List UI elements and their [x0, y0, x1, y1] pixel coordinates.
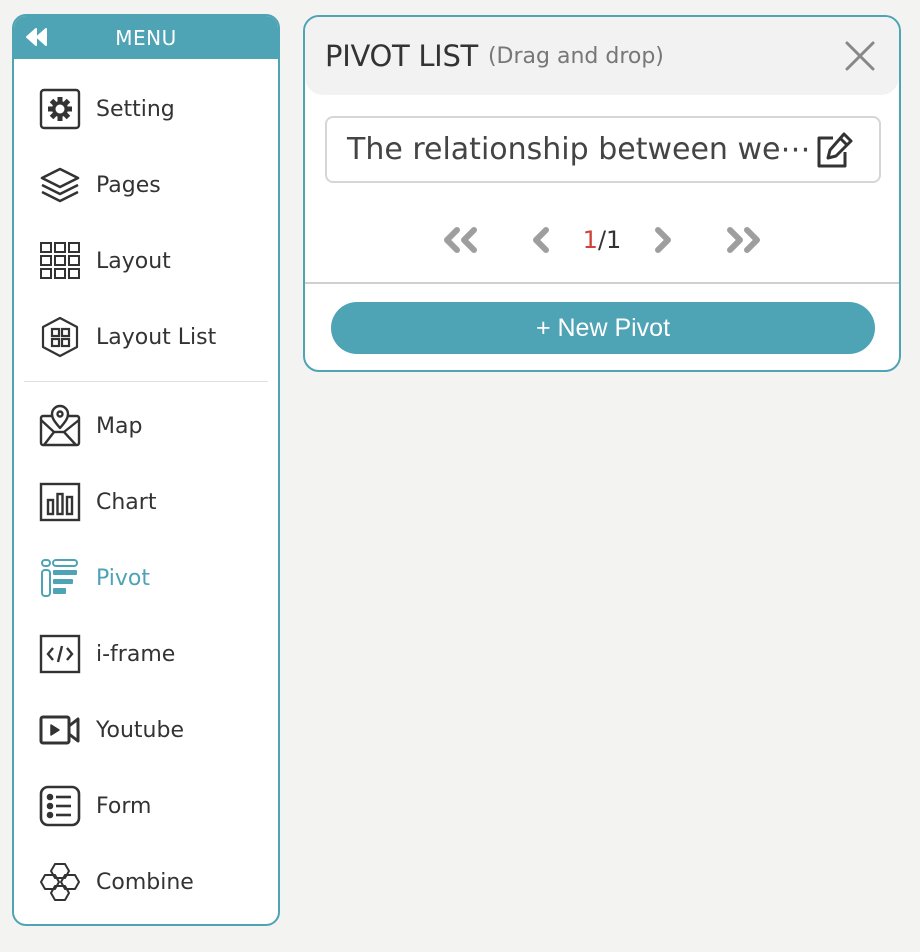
menu-item-label: Youtube	[96, 717, 184, 743]
grid-icon	[38, 239, 82, 283]
side-menu: MENU Setting Pages Layout Layout List Ma…	[12, 14, 280, 926]
first-page-button[interactable]	[441, 220, 481, 260]
video-camera-icon	[38, 708, 82, 752]
panel-divider	[305, 282, 899, 284]
menu-item-layout-list[interactable]: Layout List	[14, 299, 278, 375]
gear-icon	[38, 87, 82, 131]
menu-item-label: Pivot	[96, 565, 151, 591]
menu-item-label: Form	[96, 793, 152, 819]
double-chevron-left-icon	[443, 227, 477, 253]
menu-header: MENU	[14, 16, 278, 59]
bar-chart-icon	[38, 480, 82, 524]
pivot-item-name: The relationship between we⋯	[347, 132, 811, 167]
collapse-menu-button[interactable]	[24, 25, 50, 49]
chevron-right-icon	[655, 227, 672, 253]
panel-title: PIVOT LIST	[325, 39, 478, 73]
hexagons-icon	[38, 860, 82, 904]
menu-item-setting[interactable]: Setting	[14, 71, 278, 147]
panel-subtitle: (Drag and drop)	[487, 43, 664, 69]
edit-icon	[817, 132, 853, 168]
menu-item-label: Layout List	[96, 324, 217, 350]
menu-item-label: i-frame	[96, 641, 176, 667]
list-icon	[38, 784, 82, 828]
menu-item-pages[interactable]: Pages	[14, 147, 278, 223]
panel-header[interactable]: PIVOT LIST (Drag and drop)	[305, 17, 899, 95]
menu-item-youtube[interactable]: Youtube	[14, 692, 278, 768]
page-indicator: 1/1	[583, 226, 622, 254]
edit-pivot-button[interactable]	[813, 130, 855, 172]
pagination: 1/1	[305, 219, 899, 261]
pivot-list-panel: PIVOT LIST (Drag and drop) The relations…	[303, 15, 901, 372]
total-pages: 1	[606, 226, 622, 254]
close-button[interactable]	[843, 39, 877, 73]
close-icon	[845, 41, 875, 71]
pivot-icon	[38, 556, 82, 600]
double-chevron-right-icon	[727, 227, 761, 253]
menu-title: MENU	[115, 25, 177, 50]
menu-item-label: Chart	[96, 489, 157, 515]
menu-item-form[interactable]: Form	[14, 768, 278, 844]
map-pin-icon	[38, 404, 82, 448]
last-page-button[interactable]	[723, 220, 763, 260]
pivot-list-item[interactable]: The relationship between we⋯	[325, 116, 881, 183]
chevron-left-icon	[532, 227, 549, 253]
menu-item-label: Map	[96, 413, 143, 439]
layers-icon	[38, 163, 82, 207]
menu-list: Setting Pages Layout Layout List Map Cha…	[14, 59, 278, 920]
code-icon	[38, 632, 82, 676]
double-chevron-left-icon	[26, 28, 47, 46]
page-separator: /	[597, 226, 607, 254]
menu-item-iframe[interactable]: i-frame	[14, 616, 278, 692]
menu-item-label: Pages	[96, 172, 161, 198]
menu-item-chart[interactable]: Chart	[14, 464, 278, 540]
menu-item-label: Combine	[96, 869, 194, 895]
hexagon-grid-icon	[38, 315, 82, 359]
menu-item-map[interactable]: Map	[14, 388, 278, 464]
menu-item-pivot[interactable]: Pivot	[14, 540, 278, 616]
current-page: 1	[582, 226, 598, 254]
menu-item-layout[interactable]: Layout	[14, 223, 278, 299]
menu-item-combine[interactable]: Combine	[14, 844, 278, 920]
next-page-button[interactable]	[643, 220, 683, 260]
new-pivot-button[interactable]: + New Pivot	[331, 302, 875, 354]
menu-item-label: Layout	[96, 248, 171, 274]
menu-item-label: Setting	[96, 96, 175, 122]
previous-page-button[interactable]	[521, 220, 561, 260]
menu-divider	[24, 381, 268, 382]
